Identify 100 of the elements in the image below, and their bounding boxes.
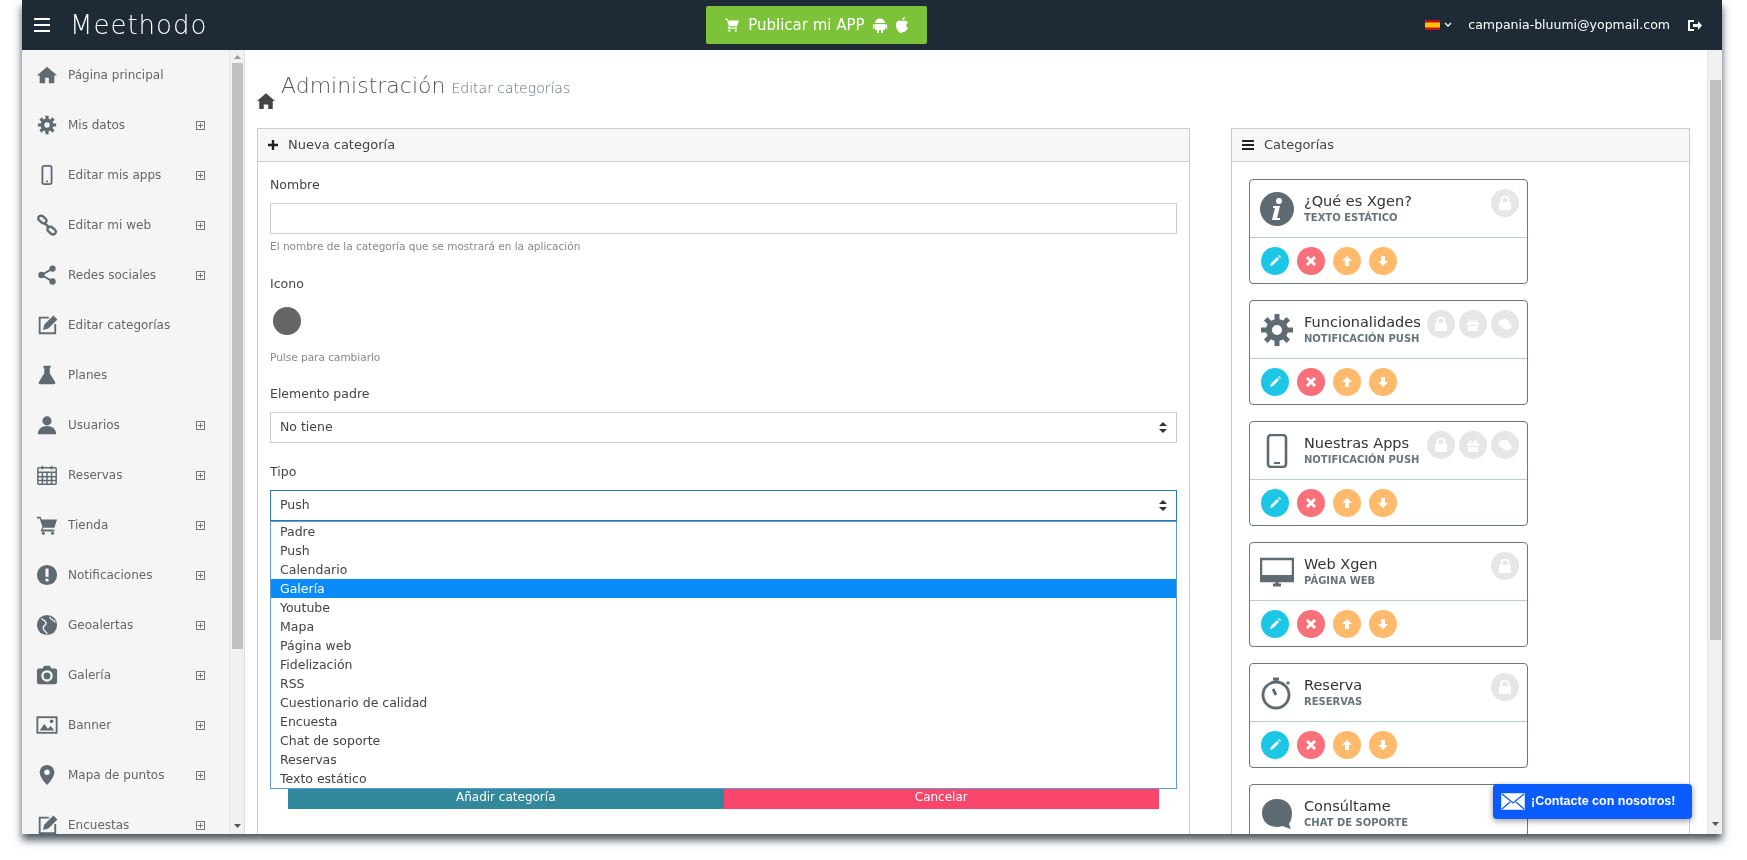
lock-toggle[interactable] (1427, 431, 1455, 459)
arrow-up-icon (1340, 616, 1354, 631)
delete-button[interactable] (1297, 609, 1325, 638)
delete-button[interactable] (1297, 730, 1325, 759)
move-up-button[interactable] (1333, 246, 1361, 275)
lock-icon (1498, 680, 1512, 694)
expand-icon[interactable] (196, 270, 205, 280)
type-select[interactable]: Push (270, 489, 1177, 521)
sidebar-item[interactable]: Mapa de puntos (22, 750, 229, 800)
dropdown-option[interactable]: Calendario (271, 559, 1176, 579)
dropdown-option[interactable]: Texto estático (271, 768, 1176, 788)
expand-icon[interactable] (196, 470, 205, 480)
menu-icon[interactable] (34, 18, 50, 32)
language-selector[interactable] (1425, 20, 1453, 30)
list-icon (1242, 140, 1254, 150)
sidebar-item[interactable]: Encuestas (22, 800, 229, 834)
dropdown-option[interactable]: Encuesta (271, 711, 1176, 731)
move-down-button[interactable] (1369, 246, 1397, 275)
move-up-button[interactable] (1333, 367, 1361, 396)
sidebar-item[interactable]: Página principal (22, 50, 229, 100)
edit-icon (36, 814, 58, 834)
parent-select[interactable]: No tiene (270, 411, 1177, 443)
expand-icon[interactable] (196, 520, 205, 530)
delete-button[interactable] (1297, 246, 1325, 275)
dropdown-option[interactable]: Push (271, 540, 1176, 560)
close-icon (1304, 616, 1318, 631)
gift-toggle[interactable] (1459, 310, 1487, 338)
expand-icon[interactable] (196, 420, 205, 430)
move-down-button[interactable] (1369, 367, 1397, 396)
delete-button[interactable] (1297, 488, 1325, 517)
move-up-button[interactable] (1333, 488, 1361, 517)
expand-icon[interactable] (196, 820, 205, 830)
sidebar-item[interactable]: Reservas (22, 450, 229, 500)
gift-toggle[interactable] (1459, 431, 1487, 459)
dropdown-option[interactable]: Chat de soporte (271, 730, 1176, 750)
lock-icon (1434, 438, 1448, 452)
arrow-down-icon (1376, 616, 1390, 631)
edit-button[interactable] (1261, 488, 1289, 517)
scrollbar-thumb[interactable] (231, 63, 243, 649)
lock-toggle[interactable] (1427, 310, 1455, 338)
dropdown-option[interactable]: Youtube (271, 597, 1176, 617)
logout-icon[interactable] (1688, 18, 1702, 32)
dropdown-option[interactable]: Mapa (271, 616, 1176, 636)
edit-button[interactable] (1261, 367, 1289, 396)
contact-button[interactable]: ¡Contacte con nosotros! (1493, 784, 1692, 819)
sidebar-item[interactable]: Geoalertas (22, 600, 229, 650)
category-name: Nuestras Apps (1304, 434, 1411, 452)
arrow-down-icon (1376, 253, 1390, 268)
delete-button[interactable] (1297, 367, 1325, 396)
lock-toggle[interactable] (1491, 673, 1519, 701)
sidebar-item[interactable]: Editar categorías (22, 300, 229, 350)
speech-bubble-icon (1260, 796, 1294, 831)
close-icon (1304, 253, 1318, 268)
expand-icon[interactable] (196, 120, 205, 130)
sidebar-item[interactable]: Usuarios (22, 400, 229, 450)
sidebar-item[interactable]: Editar mi web (22, 200, 229, 250)
close-icon (1304, 737, 1318, 752)
edit-button[interactable] (1261, 609, 1289, 638)
dropdown-option[interactable]: Página web (271, 635, 1176, 655)
dropdown-option[interactable]: Padre (271, 521, 1176, 541)
sidebar-item[interactable]: Galería (22, 650, 229, 700)
move-down-button[interactable] (1369, 488, 1397, 517)
expand-icon[interactable] (196, 720, 205, 730)
chat-toggle[interactable] (1491, 310, 1519, 338)
expand-icon[interactable] (196, 670, 205, 680)
move-down-button[interactable] (1369, 609, 1397, 638)
expand-icon[interactable] (196, 620, 205, 630)
logo: Meethodo (70, 8, 208, 42)
category-type: RESERVAS (1304, 695, 1363, 709)
sidebar-item[interactable]: Notificaciones (22, 550, 229, 600)
share-icon (36, 264, 58, 286)
edit-button[interactable] (1261, 246, 1289, 275)
dropdown-option[interactable]: RSS (271, 673, 1176, 693)
dropdown-option[interactable]: Fidelización (271, 654, 1176, 674)
sidebar-item[interactable]: Editar mis apps (22, 150, 229, 200)
sidebar-item[interactable]: Banner (22, 700, 229, 750)
move-up-button[interactable] (1333, 730, 1361, 759)
name-input[interactable] (270, 202, 1177, 234)
sidebar-item[interactable]: Redes sociales (22, 250, 229, 300)
expand-icon[interactable] (196, 220, 205, 230)
dropdown-option[interactable]: Galería (271, 578, 1176, 598)
close-icon (1304, 374, 1318, 389)
lock-toggle[interactable] (1491, 189, 1519, 217)
expand-icon[interactable] (196, 570, 205, 580)
sidebar-item[interactable]: Planes (22, 350, 229, 400)
move-up-button[interactable] (1333, 609, 1361, 638)
field-label: Nombre (270, 176, 321, 194)
icon-picker[interactable] (273, 307, 301, 336)
dropdown-option[interactable]: Reservas (271, 749, 1176, 769)
expand-icon[interactable] (196, 770, 205, 780)
move-down-button[interactable] (1369, 730, 1397, 759)
edit-button[interactable] (1261, 730, 1289, 759)
sidebar-item[interactable]: Tienda (22, 500, 229, 550)
scrollbar-thumb[interactable] (1709, 80, 1721, 640)
expand-icon[interactable] (196, 170, 205, 180)
dropdown-option[interactable]: Cuestionario de calidad (271, 692, 1176, 712)
lock-toggle[interactable] (1491, 552, 1519, 580)
sidebar-item[interactable]: Mis datos (22, 100, 229, 150)
chat-toggle[interactable] (1491, 431, 1519, 459)
field-label: Icono (270, 274, 305, 293)
